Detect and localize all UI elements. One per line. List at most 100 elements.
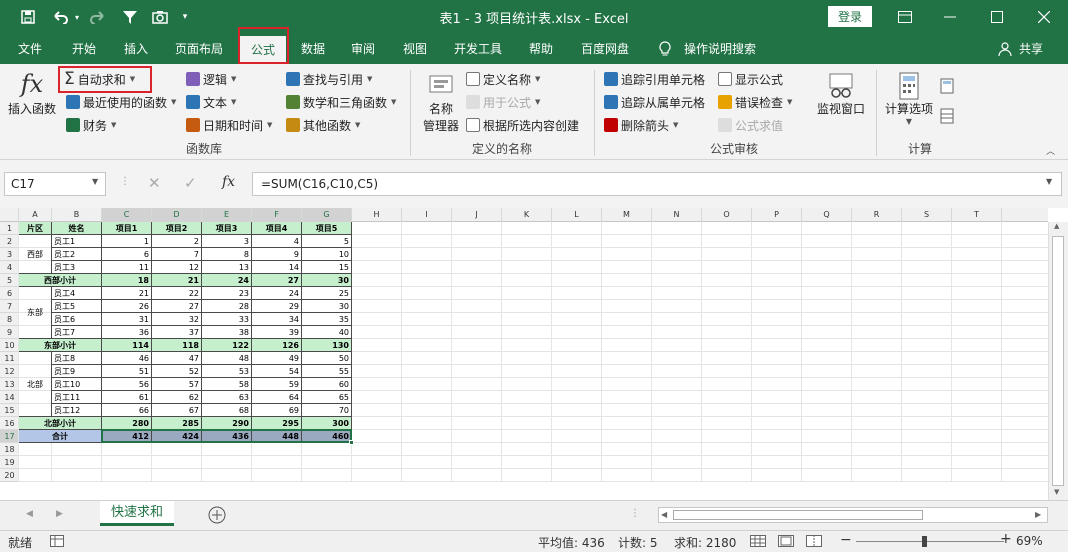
vertical-scrollbar[interactable]: ▲ ▼ xyxy=(1048,222,1068,500)
normal-view-icon[interactable] xyxy=(750,535,766,547)
value-cell[interactable]: 40 xyxy=(302,326,352,339)
table-header-cell[interactable]: 项目1 xyxy=(102,222,152,235)
value-cell[interactable]: 8 xyxy=(202,248,252,261)
user-icon[interactable] xyxy=(996,34,1014,64)
row-header[interactable]: 18 xyxy=(0,443,19,456)
tab-insert[interactable]: 插入 xyxy=(114,34,158,64)
tab-file[interactable]: 文件 xyxy=(8,34,52,64)
define-name-button[interactable]: 定义名称 ▼ xyxy=(466,69,540,89)
value-cell[interactable]: 69 xyxy=(252,404,302,417)
value-cell[interactable]: 62 xyxy=(152,391,202,404)
fill-handle[interactable] xyxy=(349,440,354,445)
tab-help[interactable]: 帮助 xyxy=(520,34,562,64)
value-cell[interactable]: 63 xyxy=(202,391,252,404)
value-cell[interactable]: 12 xyxy=(152,261,202,274)
ribbon-display-icon[interactable] xyxy=(883,5,927,29)
column-header[interactable]: K xyxy=(502,208,552,222)
horizontal-scroll-thumb[interactable] xyxy=(673,510,923,520)
logical-button[interactable]: 逻辑 ▼ xyxy=(186,69,236,89)
tab-page-layout[interactable]: 页面布局 xyxy=(166,34,232,64)
column-header[interactable]: N xyxy=(652,208,702,222)
value-cell[interactable]: 11 xyxy=(102,261,152,274)
row-header[interactable]: 14 xyxy=(0,391,19,404)
table-header-cell[interactable]: 项目2 xyxy=(152,222,202,235)
row-header[interactable]: 17 xyxy=(0,430,19,443)
create-from-selection-button[interactable]: 根据所选内容创建 xyxy=(466,115,579,135)
employee-name-cell[interactable]: 员工10 xyxy=(52,378,102,391)
minimize-icon[interactable] xyxy=(928,5,972,29)
tab-data[interactable]: 数据 xyxy=(292,34,334,64)
row-header[interactable]: 9 xyxy=(0,326,19,339)
value-cell[interactable]: 3 xyxy=(202,235,252,248)
value-cell[interactable]: 65 xyxy=(302,391,352,404)
row-header[interactable]: 13 xyxy=(0,378,19,391)
value-cell[interactable]: 21 xyxy=(102,287,152,300)
autosum-button[interactable]: Σ 自动求和 ▼ xyxy=(64,69,135,89)
employee-name-cell[interactable]: 员工12 xyxy=(52,404,102,417)
value-cell[interactable]: 22 xyxy=(152,287,202,300)
text-button[interactable]: 文本 ▼ xyxy=(186,92,236,112)
table-header-cell[interactable]: 项目5 xyxy=(302,222,352,235)
financial-button[interactable]: 财务 ▼ xyxy=(66,115,116,135)
subtotal-value-cell[interactable]: 114 xyxy=(102,339,152,352)
zoom-in-icon[interactable]: + xyxy=(1000,531,1012,547)
value-cell[interactable]: 37 xyxy=(152,326,202,339)
employee-name-cell[interactable]: 员工4 xyxy=(52,287,102,300)
tab-home[interactable]: 开始 xyxy=(62,34,106,64)
cancel-icon[interactable]: ✕ xyxy=(148,174,161,192)
employee-name-cell[interactable]: 员工2 xyxy=(52,248,102,261)
subtotal-value-cell[interactable]: 27 xyxy=(252,274,302,287)
show-formulas-button[interactable]: 显示公式 xyxy=(718,69,783,89)
tab-formulas[interactable]: 公式 xyxy=(240,36,286,64)
value-cell[interactable]: 59 xyxy=(252,378,302,391)
zoom-slider-track[interactable] xyxy=(856,541,1004,542)
row-header[interactable]: 15 xyxy=(0,404,19,417)
trace-dependents-button[interactable]: 追踪从属单元格 xyxy=(604,92,705,112)
scroll-down-icon[interactable]: ▼ xyxy=(1054,488,1059,496)
value-cell[interactable]: 49 xyxy=(252,352,302,365)
previous-sheet-icon[interactable]: ◀ xyxy=(26,509,33,519)
tab-developer[interactable]: 开发工具 xyxy=(446,34,510,64)
employee-name-cell[interactable]: 员工9 xyxy=(52,365,102,378)
value-cell[interactable]: 52 xyxy=(152,365,202,378)
value-cell[interactable]: 56 xyxy=(102,378,152,391)
value-cell[interactable]: 61 xyxy=(102,391,152,404)
row-header[interactable]: 11 xyxy=(0,352,19,365)
watch-window-button[interactable]: 监视窗口 xyxy=(812,72,870,117)
error-checking-button[interactable]: 错误检查 ▼ xyxy=(718,92,792,112)
close-icon[interactable] xyxy=(1022,5,1066,29)
maximize-icon[interactable] xyxy=(975,5,1019,29)
value-cell[interactable]: 67 xyxy=(152,404,202,417)
scroll-up-icon[interactable]: ▲ xyxy=(1054,222,1059,230)
calculate-sheet-icon[interactable] xyxy=(940,108,954,124)
value-cell[interactable]: 46 xyxy=(102,352,152,365)
employee-name-cell[interactable]: 员工5 xyxy=(52,300,102,313)
value-cell[interactable]: 34 xyxy=(252,313,302,326)
value-cell[interactable]: 58 xyxy=(202,378,252,391)
value-cell[interactable]: 2 xyxy=(152,235,202,248)
region-cell[interactable]: 西部 xyxy=(19,235,52,274)
value-cell[interactable]: 38 xyxy=(202,326,252,339)
value-cell[interactable]: 50 xyxy=(302,352,352,365)
login-button[interactable]: 登录 xyxy=(828,6,872,27)
value-cell[interactable]: 23 xyxy=(202,287,252,300)
value-cell[interactable]: 30 xyxy=(302,300,352,313)
enter-icon[interactable]: ✓ xyxy=(184,174,197,192)
formula-input[interactable]: =SUM(C16,C10,C5) xyxy=(252,172,1062,196)
zoom-slider-thumb[interactable] xyxy=(922,536,927,547)
table-header-cell[interactable]: 项目3 xyxy=(202,222,252,235)
subtotal-value-cell[interactable]: 122 xyxy=(202,339,252,352)
value-cell[interactable]: 14 xyxy=(252,261,302,274)
value-cell[interactable]: 10 xyxy=(302,248,352,261)
value-cell[interactable]: 48 xyxy=(202,352,252,365)
column-header[interactable]: O xyxy=(702,208,752,222)
column-header[interactable]: S xyxy=(902,208,952,222)
value-cell[interactable]: 9 xyxy=(252,248,302,261)
share-button[interactable]: 共享 xyxy=(1016,34,1046,64)
value-cell[interactable]: 13 xyxy=(202,261,252,274)
value-cell[interactable]: 60 xyxy=(302,378,352,391)
more-functions-button[interactable]: 其他函数 ▼ xyxy=(286,115,360,135)
table-header-cell[interactable]: 项目4 xyxy=(252,222,302,235)
employee-name-cell[interactable]: 员工8 xyxy=(52,352,102,365)
value-cell[interactable]: 55 xyxy=(302,365,352,378)
